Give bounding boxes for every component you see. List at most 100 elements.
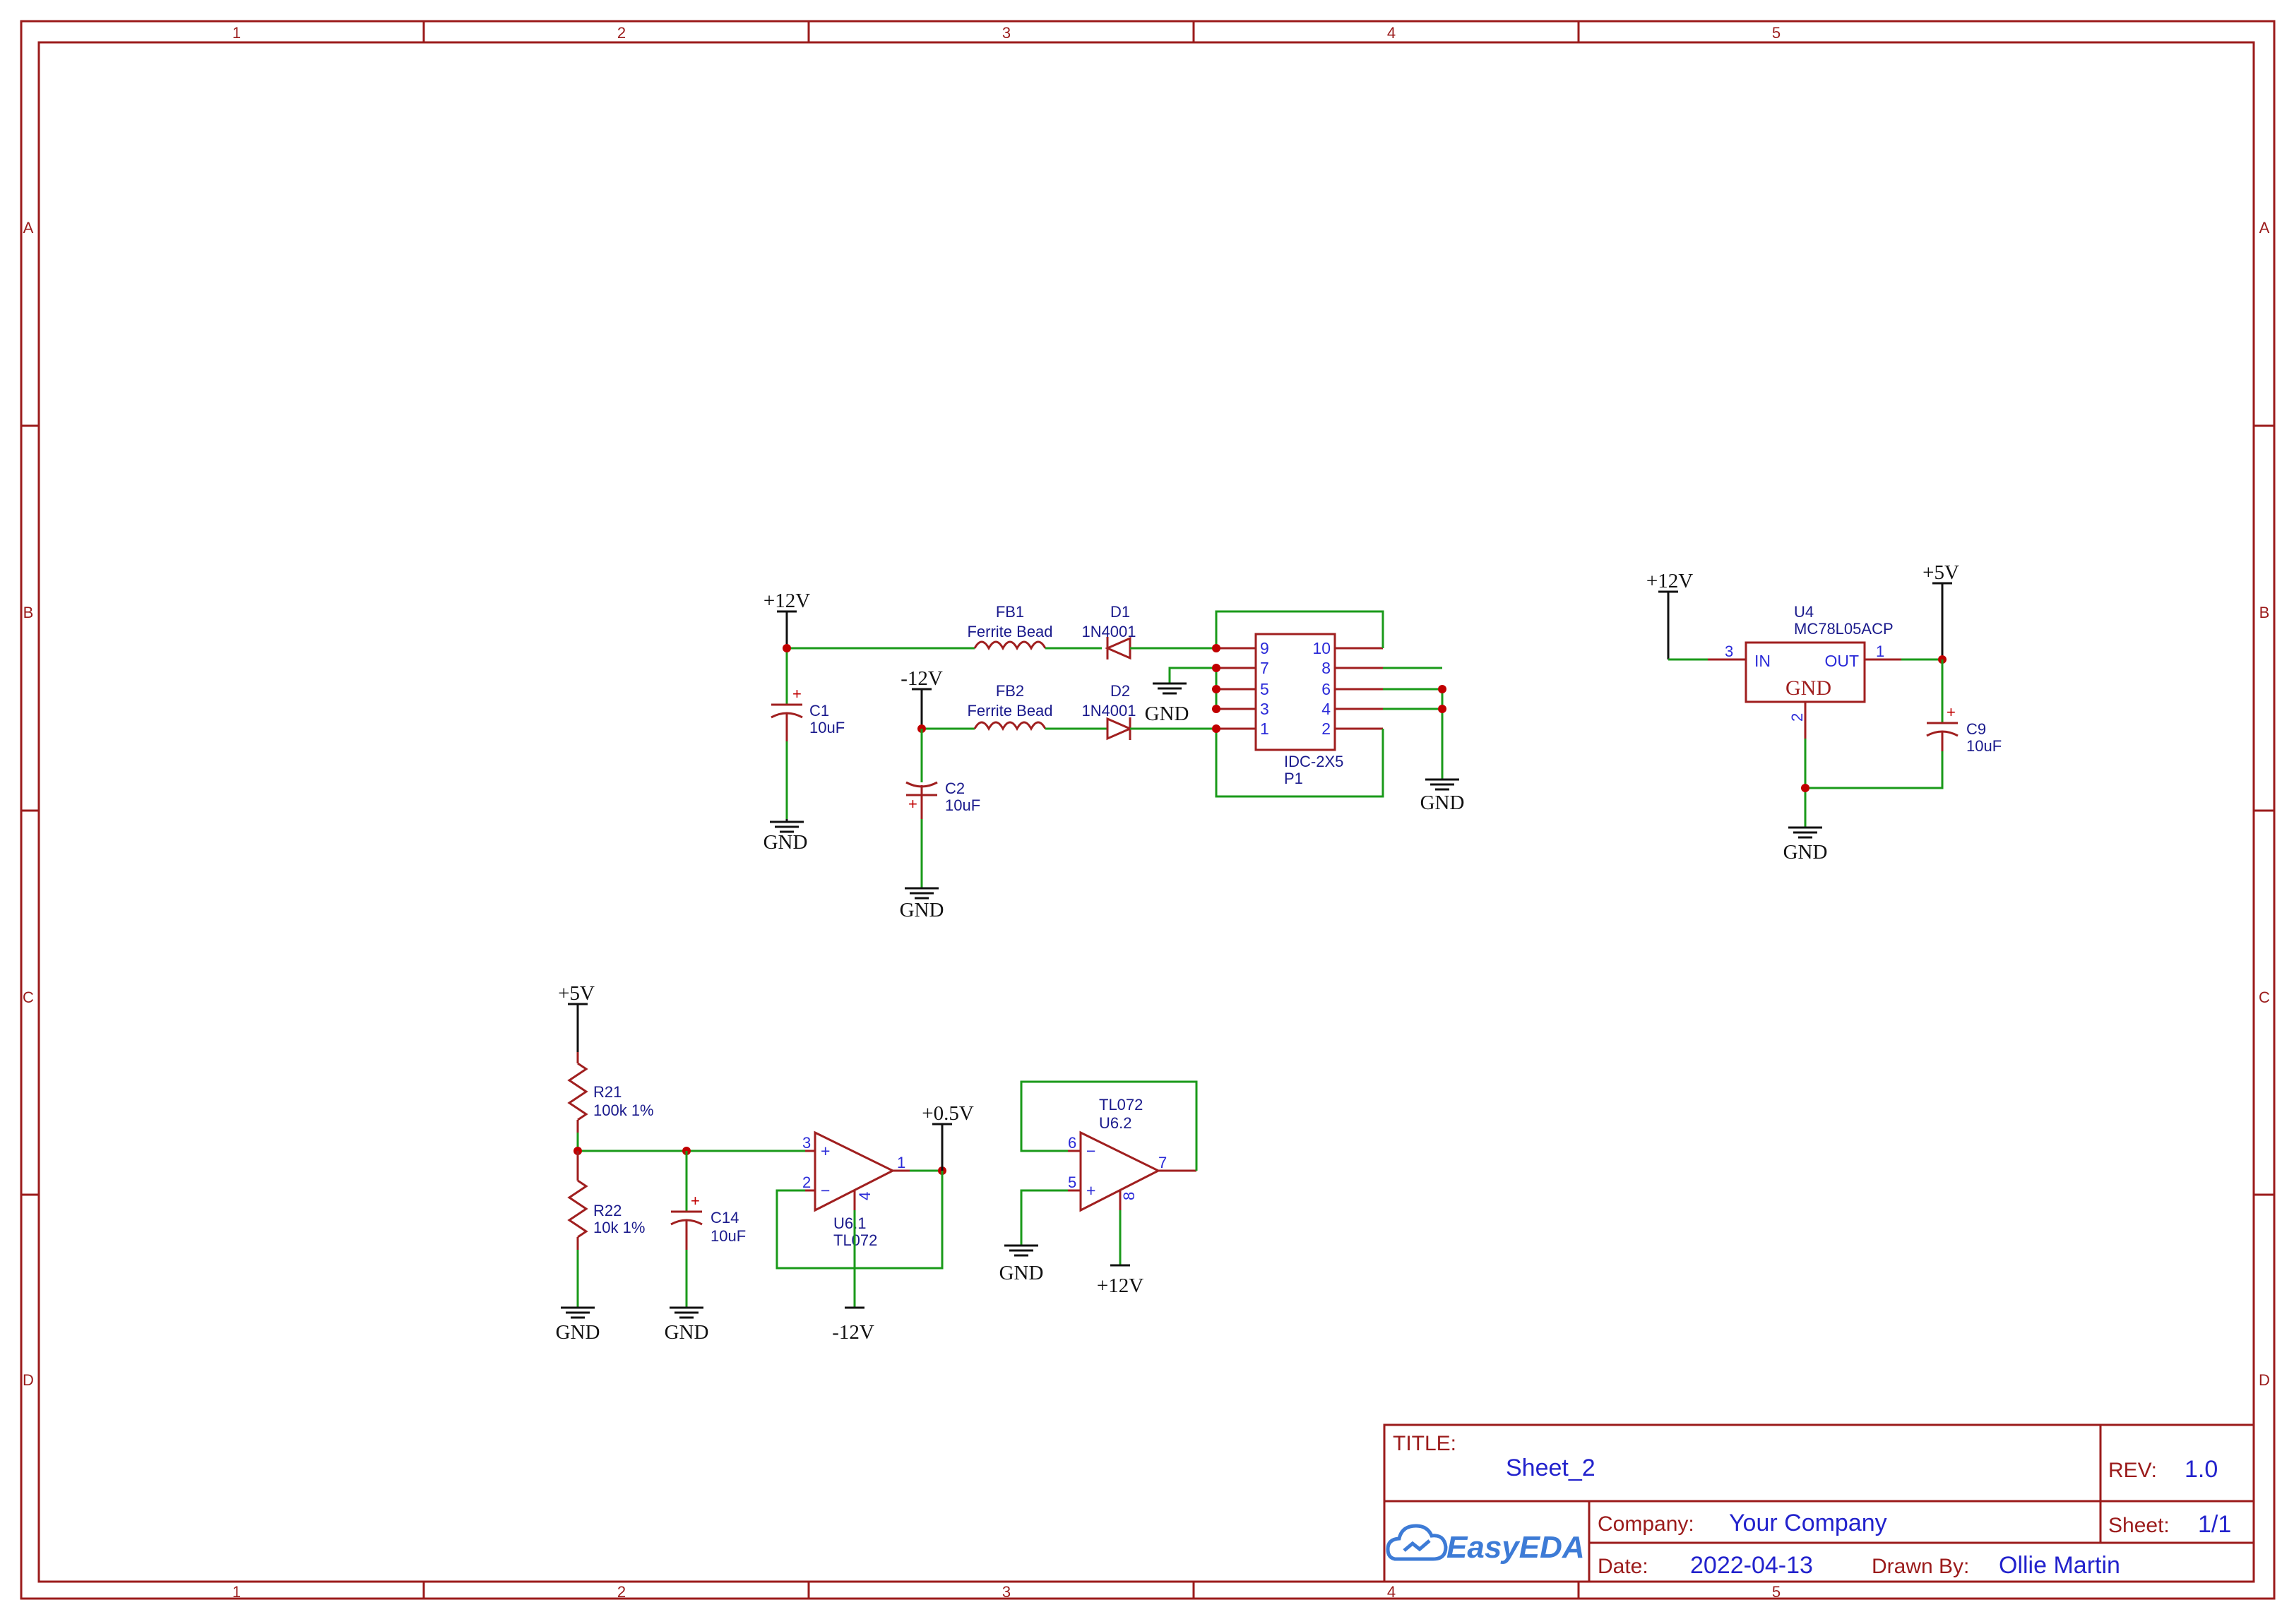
- rev-label: REV:: [2108, 1459, 2157, 1482]
- opamp-u6-1: + − 3 2 1 4 U6.1 TL072: [802, 1130, 910, 1249]
- c2-ref: C2: [945, 780, 965, 797]
- p1-pin-7: 7: [1260, 659, 1269, 677]
- zone-col-1-top: 1: [232, 24, 241, 42]
- u4-pin-gnd: GND: [1785, 676, 1831, 700]
- zone-row-b-left: B: [23, 604, 34, 621]
- svg-text:-12V: -12V: [901, 667, 943, 690]
- svg-text:+12V: +12V: [763, 590, 810, 612]
- c9-value: 10uF: [1966, 737, 2002, 755]
- u6-2-plus-sign: +: [1086, 1181, 1095, 1200]
- svg-text:GND: GND: [1420, 792, 1465, 814]
- gnd-symbol-c1: GND: [763, 819, 807, 854]
- u4-num-in: 3: [1725, 643, 1733, 660]
- p1-pin-6: 6: [1321, 680, 1331, 698]
- zone-col-5-top: 5: [1772, 24, 1781, 42]
- reference-section: +5V R21 100k 1% R22 10k 1% GND + C14 10u…: [556, 982, 1198, 1344]
- zone-col-3-top: 3: [1002, 24, 1011, 42]
- regulator-u4: IN OUT GND 3 1 2 U4 MC78L05ACP: [1708, 603, 1901, 739]
- p1-pin-4: 4: [1321, 700, 1331, 718]
- date-value: 2022-04-13: [1690, 1552, 1813, 1579]
- sheet-label: Sheet:: [2108, 1514, 2170, 1537]
- zone-col-1-bottom: 1: [232, 1583, 241, 1601]
- zone-row-a-left: A: [23, 219, 34, 237]
- gnd-symbol-p1-b: GND: [1420, 778, 1465, 814]
- gnd-symbol-u4: GND: [1783, 826, 1827, 864]
- zone-row-d-left: D: [23, 1371, 34, 1389]
- u4-num-out: 1: [1876, 643, 1884, 660]
- zone-row-c-left: C: [23, 989, 34, 1006]
- gnd-symbol-p1-a: GND: [1145, 682, 1189, 725]
- net-label-p5-a: +5V: [1922, 561, 1959, 659]
- regulator-section: +12V IN OUT GND 3 1 2 U4 MC78L05ACP +5V: [1646, 561, 2002, 864]
- net-label-p12-a: +12V: [763, 590, 810, 648]
- svg-text:+: +: [792, 685, 802, 703]
- u4-value: MC78L05ACP: [1794, 620, 1894, 638]
- u6-2-minus-sign: −: [1086, 1142, 1095, 1160]
- sheet-number: 1/1: [2198, 1511, 2231, 1538]
- u6-2-ref: U6.2: [1099, 1114, 1131, 1132]
- c1-value: 10uF: [809, 719, 845, 736]
- resistor-r22: R22 10k 1%: [567, 1151, 645, 1250]
- p1-value: IDC-2X5: [1284, 753, 1343, 770]
- fb1-ref: FB1: [996, 603, 1024, 621]
- svg-text:GND: GND: [556, 1321, 600, 1344]
- zone-row-c-right: C: [2259, 989, 2270, 1006]
- u4-num-gnd: 2: [1788, 713, 1806, 722]
- logo-text: EasyEDA: [1446, 1530, 1585, 1565]
- u4-pin-out: OUT: [1824, 652, 1859, 670]
- drawing-frame: 1 2 3 4 5 1 2 3 4 5 A B C D A B C D: [20, 20, 2276, 1601]
- svg-text:GND: GND: [1145, 703, 1189, 725]
- opamp-u6-2: − + 6 5 7 8 TL072 U6.2: [1068, 1096, 1196, 1212]
- c2-value: 10uF: [945, 796, 980, 814]
- svg-text:-12V: -12V: [832, 1321, 874, 1344]
- p1-pin-10: 10: [1312, 639, 1331, 657]
- d2-value: 1N4001: [1081, 702, 1136, 720]
- outer-border: [20, 20, 2276, 1600]
- ferrite-bead-fb1: FB1 Ferrite Bead: [967, 603, 1053, 651]
- u4-ref: U4: [1794, 603, 1814, 621]
- svg-text:+5V: +5V: [1922, 561, 1959, 584]
- capacitor-c14: + C14 10uF: [670, 1151, 746, 1250]
- svg-text:+: +: [1947, 703, 1956, 721]
- p1-ref: P1: [1284, 770, 1303, 787]
- drawn-by-value: Ollie Martin: [1999, 1552, 2120, 1579]
- d2-ref: D2: [1110, 682, 1130, 700]
- gnd-symbol-c2: GND: [900, 887, 944, 921]
- capacitor-c1: + C1 10uF: [771, 648, 845, 819]
- u6-2-value: TL072: [1099, 1096, 1143, 1113]
- r22-value: 10k 1%: [593, 1219, 645, 1236]
- power-input-section: +12V + C1 10uF GND FB1 Ferrite Bead D1 1…: [763, 590, 1465, 921]
- cloud-icon: [1386, 1524, 1448, 1561]
- gnd-symbol-r22: GND: [556, 1306, 600, 1344]
- p1-pin-9: 9: [1260, 639, 1269, 657]
- svg-text:+12V: +12V: [1097, 1274, 1143, 1297]
- rev-value: 1.0: [2185, 1456, 2218, 1483]
- u6-2-pin-7: 7: [1158, 1154, 1167, 1171]
- svg-text:GND: GND: [665, 1321, 709, 1344]
- svg-text:GND: GND: [999, 1262, 1044, 1284]
- u6-2-pin-6: 6: [1068, 1134, 1076, 1152]
- d1-ref: D1: [1110, 603, 1130, 621]
- company-value: Your Company: [1729, 1510, 1887, 1536]
- c14-value: 10uF: [711, 1227, 746, 1245]
- zone-col-2-bottom: 2: [617, 1583, 626, 1601]
- title-value: Sheet_2: [1506, 1455, 1595, 1481]
- u6-1-plus-sign: +: [821, 1142, 830, 1160]
- resistor-r21: R21 100k 1%: [567, 1052, 654, 1133]
- c9-ref: C9: [1966, 720, 1986, 738]
- net-label-p05: +0.5V: [922, 1102, 974, 1171]
- svg-text:+: +: [908, 795, 917, 813]
- r22-ref: R22: [593, 1202, 622, 1219]
- zone-row-b-right: B: [2259, 604, 2270, 621]
- zone-row-a-right: A: [2259, 219, 2270, 237]
- net-label-m12-a: -12V: [901, 667, 943, 729]
- u6-1-pin-3: 3: [802, 1134, 811, 1152]
- gnd-symbol-u6-2: GND: [999, 1244, 1044, 1284]
- u6-1-ref: U6.1: [833, 1214, 866, 1232]
- fb2-ref: FB2: [996, 682, 1024, 700]
- p1-pin-1: 1: [1260, 720, 1269, 738]
- zone-col-2-top: 2: [617, 24, 626, 42]
- u6-2-pin-5: 5: [1068, 1174, 1076, 1191]
- p1-pin-2: 2: [1321, 720, 1331, 738]
- u6-1-pin-1: 1: [897, 1154, 905, 1171]
